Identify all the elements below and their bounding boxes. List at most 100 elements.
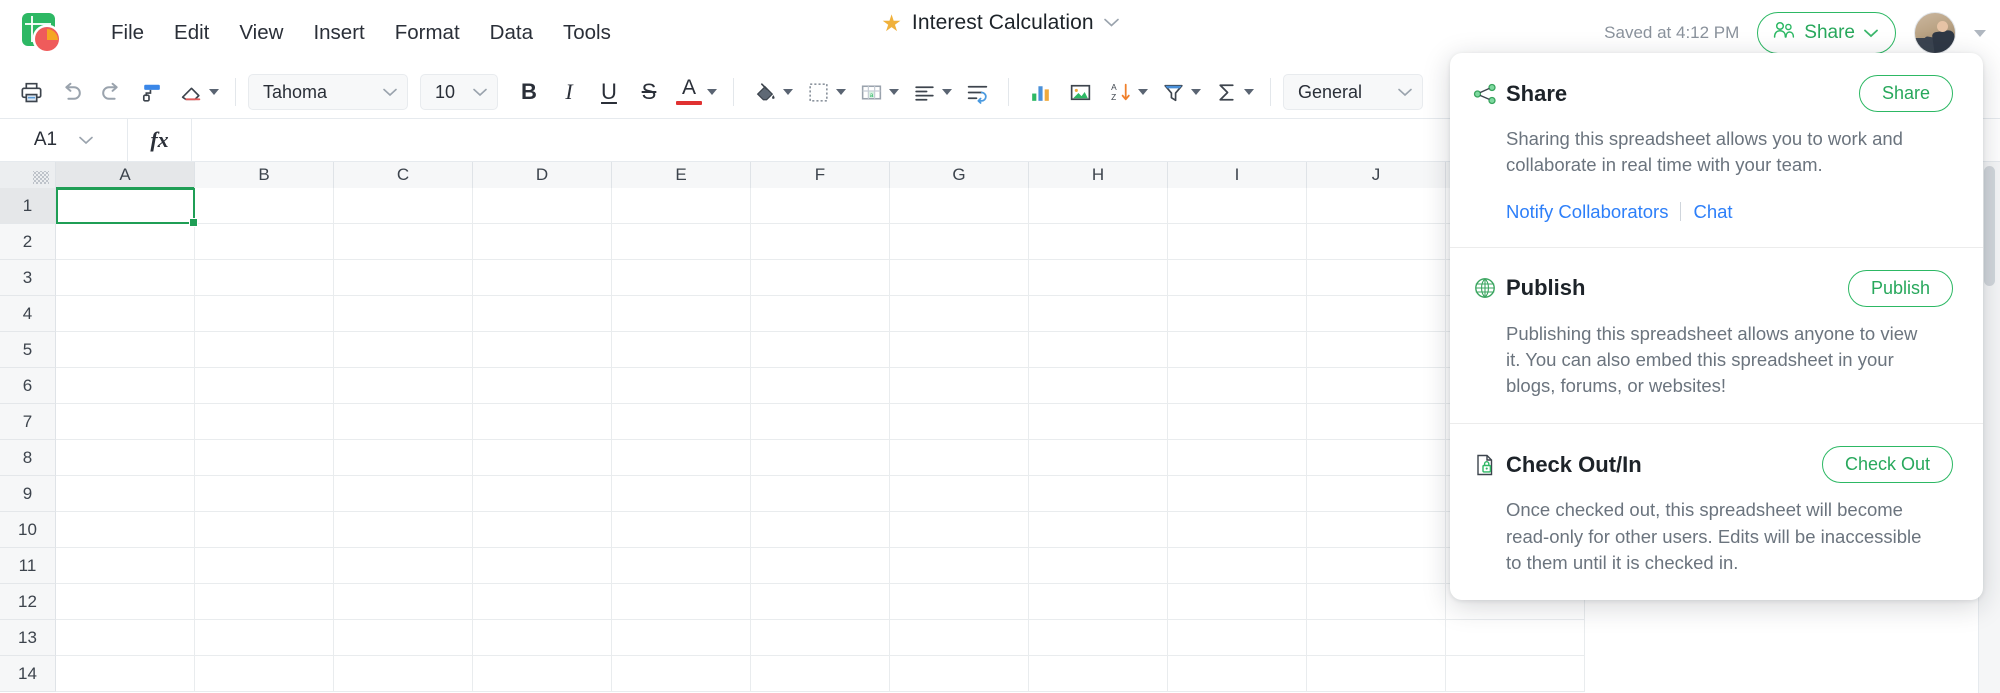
column-header-c[interactable]: C xyxy=(334,162,473,188)
cell[interactable] xyxy=(195,584,334,620)
cell[interactable] xyxy=(334,224,473,260)
cell[interactable] xyxy=(1029,188,1168,224)
scrollbar-thumb[interactable] xyxy=(1984,166,1995,286)
cell[interactable] xyxy=(334,620,473,656)
cell[interactable] xyxy=(473,188,612,224)
cell[interactable] xyxy=(751,296,890,332)
cell[interactable] xyxy=(1029,332,1168,368)
paint-roller-icon[interactable] xyxy=(132,73,170,111)
font-color-button[interactable]: A xyxy=(670,73,708,111)
cell[interactable] xyxy=(1029,656,1168,692)
align-dropdown-arrow[interactable] xyxy=(942,89,952,95)
cell[interactable] xyxy=(334,440,473,476)
cell[interactable] xyxy=(334,332,473,368)
cell[interactable] xyxy=(1029,620,1168,656)
cell[interactable] xyxy=(473,656,612,692)
cell[interactable] xyxy=(890,188,1029,224)
cell[interactable] xyxy=(1168,404,1307,440)
column-header-a[interactable]: A xyxy=(56,162,195,189)
cell[interactable] xyxy=(1029,296,1168,332)
cell[interactable] xyxy=(612,476,751,512)
column-header-f[interactable]: F xyxy=(751,162,890,188)
borders-icon[interactable] xyxy=(799,73,837,111)
cell[interactable] xyxy=(1168,332,1307,368)
chevron-down-icon[interactable] xyxy=(1103,14,1119,32)
wrap-text-icon[interactable] xyxy=(958,73,996,111)
cell[interactable] xyxy=(612,656,751,692)
cell[interactable] xyxy=(1307,368,1446,404)
cell[interactable] xyxy=(334,584,473,620)
cell[interactable] xyxy=(751,260,890,296)
image-icon[interactable] xyxy=(1061,73,1099,111)
cell[interactable] xyxy=(334,188,473,224)
menu-data[interactable]: Data xyxy=(475,15,548,51)
cell[interactable] xyxy=(56,368,195,404)
cell[interactable] xyxy=(473,224,612,260)
cell[interactable] xyxy=(473,584,612,620)
row-header[interactable]: 3 xyxy=(0,260,56,296)
row-header[interactable]: 6 xyxy=(0,368,56,404)
cell[interactable] xyxy=(56,332,195,368)
cell[interactable] xyxy=(195,476,334,512)
caret-down-icon[interactable] xyxy=(1974,29,1986,37)
column-header-h[interactable]: H xyxy=(1029,162,1168,188)
cell[interactable] xyxy=(751,476,890,512)
menu-insert[interactable]: Insert xyxy=(298,15,379,51)
cell[interactable] xyxy=(890,440,1029,476)
strikethrough-button[interactable]: S xyxy=(630,73,668,111)
cell[interactable] xyxy=(1307,476,1446,512)
cell[interactable] xyxy=(1307,188,1446,224)
row-header[interactable]: 5 xyxy=(0,332,56,368)
cell[interactable] xyxy=(1446,620,1585,656)
cell[interactable] xyxy=(612,296,751,332)
spreadsheet-pie-logo-icon[interactable] xyxy=(20,12,62,54)
select-all-icon[interactable] xyxy=(0,162,56,188)
menu-format[interactable]: Format xyxy=(380,15,475,51)
cell[interactable] xyxy=(890,512,1029,548)
row-header[interactable]: 2 xyxy=(0,224,56,260)
row-header[interactable]: 10 xyxy=(0,512,56,548)
cell[interactable] xyxy=(334,476,473,512)
cell[interactable] xyxy=(56,188,195,224)
share-button[interactable]: Share xyxy=(1757,12,1896,54)
row-header[interactable]: 1 xyxy=(0,188,56,224)
cell[interactable] xyxy=(1168,512,1307,548)
page-title[interactable]: Interest Calculation xyxy=(912,11,1094,35)
row-header[interactable]: 4 xyxy=(0,296,56,332)
cell[interactable] xyxy=(890,584,1029,620)
underline-button[interactable]: U xyxy=(590,73,628,111)
cell[interactable] xyxy=(612,188,751,224)
cell[interactable] xyxy=(1168,296,1307,332)
cell[interactable] xyxy=(473,404,612,440)
cell[interactable] xyxy=(890,404,1029,440)
cell[interactable] xyxy=(890,296,1029,332)
row-header[interactable]: 11 xyxy=(0,548,56,584)
cell[interactable] xyxy=(1307,656,1446,692)
sort-dropdown-arrow[interactable] xyxy=(1138,89,1148,95)
cell[interactable] xyxy=(890,476,1029,512)
share-action-button[interactable]: Share xyxy=(1858,75,1953,112)
italic-button[interactable]: I xyxy=(550,73,588,111)
cell[interactable] xyxy=(1029,548,1168,584)
cell[interactable] xyxy=(334,404,473,440)
cell[interactable] xyxy=(1168,260,1307,296)
merge-cells-icon[interactable]: a xyxy=(852,73,890,111)
cell[interactable] xyxy=(1307,332,1446,368)
cell[interactable] xyxy=(612,260,751,296)
sigma-icon[interactable] xyxy=(1207,73,1245,111)
cell[interactable] xyxy=(473,368,612,404)
font-size-select[interactable]: 10 xyxy=(420,74,498,110)
cell[interactable] xyxy=(751,188,890,224)
cell[interactable] xyxy=(56,224,195,260)
menu-file[interactable]: File xyxy=(96,15,159,51)
cell[interactable] xyxy=(56,476,195,512)
menu-edit[interactable]: Edit xyxy=(159,15,224,51)
cell[interactable] xyxy=(890,332,1029,368)
cell[interactable] xyxy=(612,548,751,584)
cell[interactable] xyxy=(751,512,890,548)
cell[interactable] xyxy=(1168,548,1307,584)
cell[interactable] xyxy=(890,260,1029,296)
fill-color-dropdown-arrow[interactable] xyxy=(783,89,793,95)
cell[interactable] xyxy=(1168,224,1307,260)
cell[interactable] xyxy=(890,548,1029,584)
